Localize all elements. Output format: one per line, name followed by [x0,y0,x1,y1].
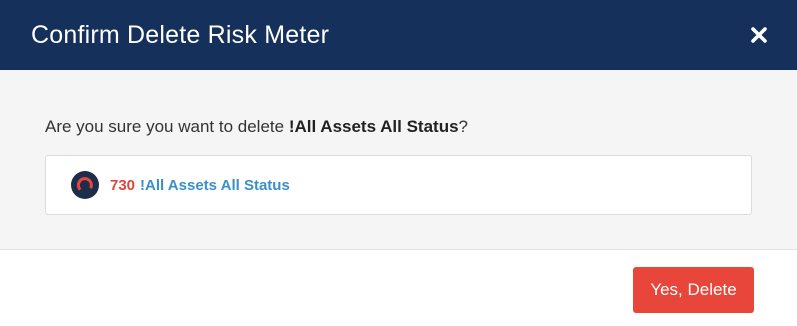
confirm-delete-button[interactable]: Yes, Delete [633,266,754,313]
close-button[interactable] [745,21,773,49]
modal-title: Confirm Delete Risk Meter [31,20,330,49]
modal-header: Confirm Delete Risk Meter [0,0,797,70]
risk-gauge-icon [71,171,99,199]
close-icon [750,26,768,44]
confirm-message-target: !All Assets All Status [288,117,459,136]
risk-meter-score: 730 [110,176,136,194]
modal-body: Are you sure you want to delete !All Ass… [0,70,797,250]
confirm-message: Are you sure you want to delete !All Ass… [45,116,752,138]
confirm-delete-modal: Confirm Delete Risk Meter Are you sure y… [0,0,797,326]
modal-footer: Yes, Delete [0,250,797,326]
risk-meter-card: 730 !All Assets All Status [45,155,752,215]
confirm-message-suffix: ? [458,117,469,136]
confirm-message-prefix: Are you sure you want to delete [45,117,289,136]
risk-meter-name-link[interactable]: !All Assets All Status [140,177,290,194]
